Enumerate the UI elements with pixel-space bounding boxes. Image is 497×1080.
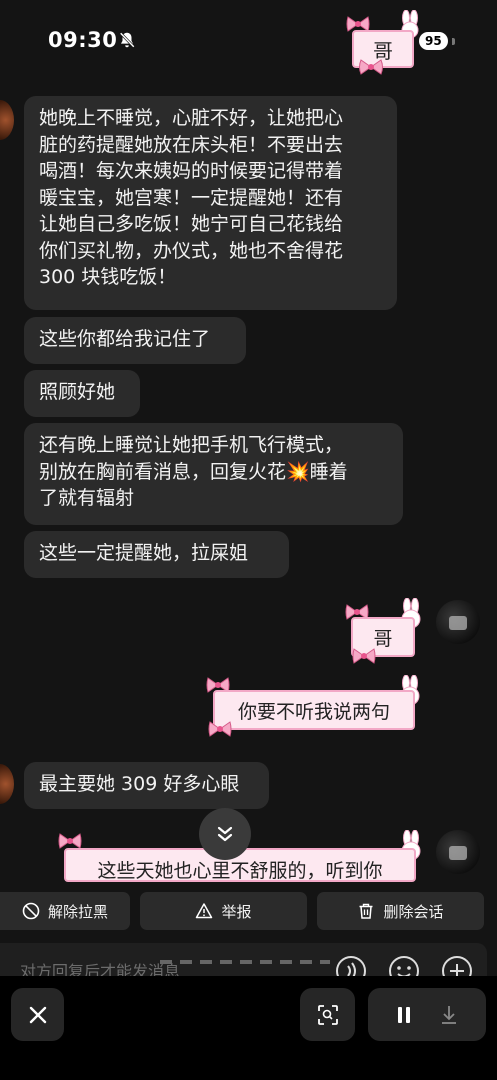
bow-icon (352, 648, 376, 664)
message-line: 300 块钱吃饭！ (39, 266, 177, 288)
scroll-to-bottom-button[interactable] (199, 808, 251, 860)
bell-slash-icon (119, 32, 135, 48)
message-bubble[interactable]: 还有晚上睡觉让她把手机飞行模式， 别放在胸前看消息，回复火花💥睡着 了就有辐射 (24, 423, 403, 525)
message-text: 最主要她 309 好多心眼 (39, 773, 240, 795)
message-text: 照顾好她 (39, 381, 116, 403)
download-icon[interactable] (439, 1004, 459, 1026)
message-line: 别放在胸前看消息，回复火花💥睡着 (39, 460, 348, 483)
pause-icon[interactable] (395, 1005, 413, 1025)
trash-icon (359, 903, 373, 919)
my-avatar[interactable] (436, 600, 480, 644)
loading-dashes (160, 960, 330, 964)
message-line: 暖宝宝，她宫寒！一定提醒她！还有 (39, 186, 344, 209)
message-line: 她晚上不睡觉，心脏不好，让她把心 (39, 107, 344, 129)
close-icon (29, 1006, 46, 1023)
message-text: 这些天她也心里不舒服的，听到你 (97, 860, 383, 882)
status-time: 09:30 (48, 28, 118, 52)
contact-avatar[interactable] (0, 764, 14, 804)
unblock-label: 解除拉黑 (47, 902, 108, 921)
message-bubble-outgoing[interactable]: 你要不听我说两句 (213, 690, 415, 730)
block-icon (22, 902, 40, 920)
bow-icon (359, 59, 383, 75)
message-text: 这些你都给我记住了 (39, 328, 211, 350)
unblock-button[interactable]: 解除拉黑 (0, 892, 130, 930)
scan-button[interactable] (300, 988, 355, 1041)
my-avatar[interactable] (436, 830, 480, 874)
contact-title-sticker[interactable]: 哥 (346, 10, 422, 75)
contact-avatar[interactable] (0, 100, 14, 140)
delete-chat-label: 删除会话 (383, 902, 444, 921)
message-line: 你们买礼物，办仪式，她也不舍得花 (39, 239, 344, 262)
message-line: 了就有辐射 (39, 487, 135, 509)
report-button[interactable]: 举报 (140, 892, 307, 930)
message-bubble[interactable]: 这些一定提醒她，拉屎姐 (24, 531, 289, 578)
message-line: 让她自己多吃饭！她宁可自己花钱给 (39, 213, 344, 235)
message-line: 还有晚上睡觉让她把手机飞行模式， (39, 434, 344, 456)
message-bubble[interactable]: 最主要她 309 好多心眼 (24, 762, 269, 809)
message-text: 这些一定提醒她，拉屎姐 (39, 542, 249, 564)
scan-icon (317, 1004, 338, 1025)
bow-icon (208, 721, 232, 737)
message-text: 哥 (373, 627, 393, 650)
battery-tip (452, 38, 455, 45)
close-button[interactable] (11, 988, 64, 1041)
report-label: 举报 (221, 902, 252, 921)
message-bubble[interactable]: 照顾好她 (24, 370, 140, 417)
message-line: 喝酒！每次来姨妈的时候要记得带着 (39, 160, 344, 182)
delete-chat-button[interactable]: 删除会话 (317, 892, 484, 930)
message-bubble[interactable]: 这些你都给我记住了 (24, 317, 246, 364)
message-line: 脏的药提醒她放在床头柜！不要出去 (39, 133, 344, 156)
warning-icon (196, 903, 213, 919)
battery-indicator: 95 (419, 32, 448, 50)
chevron-double-down-icon (217, 826, 233, 842)
message-bubble[interactable]: 她晚上不睡觉，心脏不好，让她把心 脏的药提醒她放在床头柜！不要出去 喝酒！每次来… (24, 96, 397, 310)
message-text: 你要不听我说两句 (237, 700, 390, 723)
playback-controls (368, 988, 486, 1041)
